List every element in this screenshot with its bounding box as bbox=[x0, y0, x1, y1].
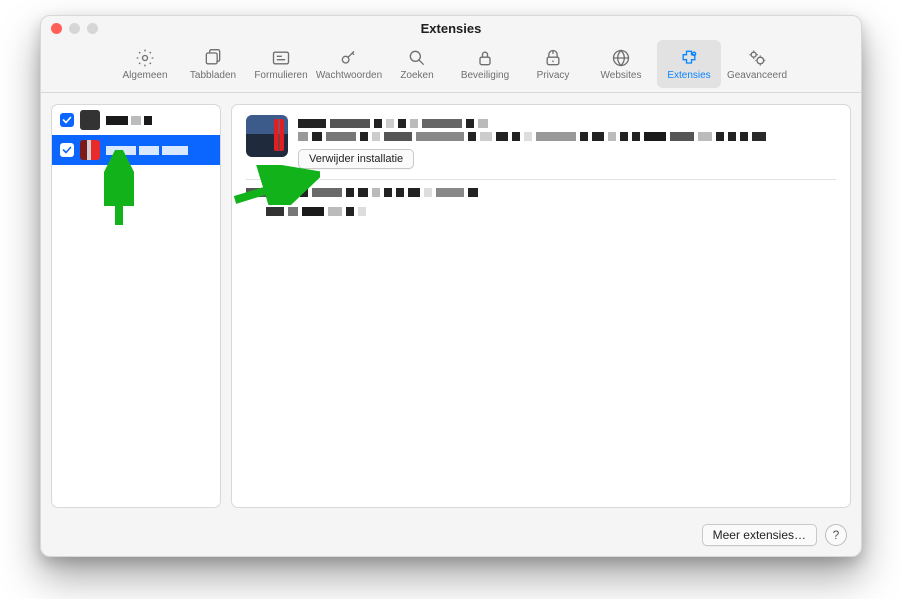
tab-formulieren[interactable]: Formulieren bbox=[249, 40, 313, 88]
wachtwoorden-icon bbox=[339, 48, 359, 68]
tab-label: Beveiliging bbox=[461, 70, 509, 81]
extension-icon bbox=[80, 140, 100, 160]
uninstall-button[interactable]: Verwijder installatie bbox=[298, 149, 414, 169]
extension-row-selected[interactable] bbox=[52, 135, 220, 165]
tab-extensies[interactable]: Extensies bbox=[657, 40, 721, 88]
redacted-permissions bbox=[246, 188, 836, 197]
tab-wachtwoorden[interactable]: Wachtwoorden bbox=[317, 40, 381, 88]
preferences-window: Extensies Algemeen Tabbladen Formulieren Wa… bbox=[40, 15, 862, 557]
tab-label: Websites bbox=[601, 70, 642, 81]
privacy-icon bbox=[543, 48, 563, 68]
divider bbox=[246, 179, 836, 180]
preferences-toolbar: Algemeen Tabbladen Formulieren Wachtwoorden… bbox=[41, 40, 861, 93]
redacted-text bbox=[106, 146, 212, 155]
extension-enabled-checkbox[interactable] bbox=[60, 143, 74, 157]
tab-geavanceerd[interactable]: Geavanceerd bbox=[725, 40, 789, 88]
geavanceerd-icon bbox=[747, 48, 767, 68]
help-button[interactable]: ? bbox=[825, 524, 847, 546]
extension-icon bbox=[80, 110, 100, 130]
tab-label: Tabbladen bbox=[190, 70, 236, 81]
extension-large-icon bbox=[246, 115, 288, 157]
tab-tabbladen[interactable]: Tabbladen bbox=[181, 40, 245, 88]
footer: Meer extensies… ? bbox=[702, 524, 847, 546]
redacted-subtitle bbox=[298, 132, 836, 141]
algemeen-icon bbox=[135, 48, 155, 68]
tab-label: Algemeen bbox=[122, 70, 167, 81]
zoeken-icon bbox=[407, 48, 427, 68]
extension-detail-panel: Verwijder installatie bbox=[231, 104, 851, 508]
redacted-permissions-sub bbox=[266, 207, 836, 216]
more-extensions-button[interactable]: Meer extensies… bbox=[702, 524, 817, 546]
tab-label: Geavanceerd bbox=[727, 70, 787, 81]
tab-label: Privacy bbox=[537, 70, 570, 81]
titlebar: Extensies bbox=[41, 16, 861, 40]
redacted-text bbox=[106, 116, 212, 125]
tabbladen-icon bbox=[203, 48, 223, 68]
extension-enabled-checkbox[interactable] bbox=[60, 113, 74, 127]
tab-beveiliging[interactable]: Beveiliging bbox=[453, 40, 517, 88]
tab-websites[interactable]: Websites bbox=[589, 40, 653, 88]
tab-label: Extensies bbox=[667, 70, 710, 81]
extensies-icon bbox=[679, 48, 699, 68]
websites-icon bbox=[611, 48, 631, 68]
extensions-sidebar bbox=[51, 104, 221, 508]
tab-label: Wachtwoorden bbox=[316, 70, 382, 81]
redacted-title bbox=[298, 119, 836, 128]
tab-privacy[interactable]: Privacy bbox=[521, 40, 585, 88]
formulieren-icon bbox=[271, 48, 291, 68]
content-area: Verwijder installatie bbox=[51, 104, 851, 508]
tab-algemeen[interactable]: Algemeen bbox=[113, 40, 177, 88]
tab-label: Formulieren bbox=[254, 70, 307, 81]
tab-label: Zoeken bbox=[400, 70, 433, 81]
window-title: Extensies bbox=[41, 21, 861, 36]
tab-zoeken[interactable]: Zoeken bbox=[385, 40, 449, 88]
extension-row[interactable] bbox=[52, 105, 220, 135]
beveiliging-icon bbox=[475, 48, 495, 68]
